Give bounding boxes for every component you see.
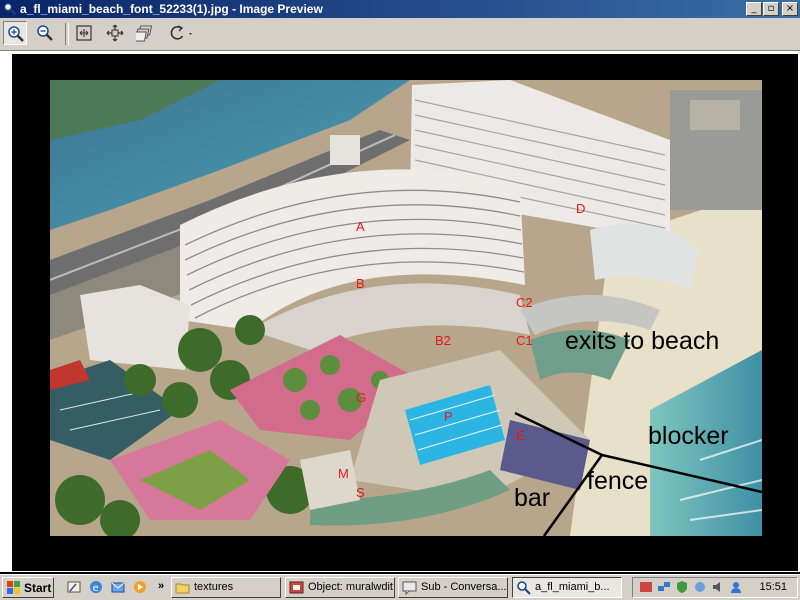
outlook-icon[interactable]	[110, 579, 126, 595]
zoom-in-button[interactable]	[3, 21, 27, 45]
task-object-muralwdit[interactable]: Object: muralwdit	[285, 577, 395, 598]
maximize-button[interactable]: ▫	[763, 2, 779, 16]
rotate-button[interactable]	[164, 21, 198, 45]
label-exits-to-beach: exits to beach	[565, 327, 720, 355]
label-bar: bar	[514, 484, 551, 512]
system-tray: 15:51	[632, 577, 798, 598]
label-c1: C1	[516, 333, 533, 348]
resort-aerial-image	[50, 80, 762, 536]
zoom-out-icon	[37, 25, 53, 41]
chat-icon	[402, 581, 417, 595]
window-title: a_fl_miami_beach_font_52233(1).jpg - Ima…	[20, 2, 323, 16]
slideshow-button[interactable]	[133, 21, 157, 45]
image-preview-icon	[517, 581, 531, 595]
security-icon[interactable]	[675, 580, 689, 594]
tray-app-icon[interactable]	[639, 580, 653, 594]
minimize-button[interactable]: _	[746, 2, 762, 16]
svg-text:e: e	[93, 583, 99, 594]
zoom-in-icon	[8, 26, 24, 42]
task-textures[interactable]: textures	[171, 577, 281, 598]
taskbar: Start e » textures Object: muralwdit Sub…	[0, 574, 800, 600]
folder-icon	[175, 583, 190, 594]
actual-size-button[interactable]	[103, 21, 127, 45]
close-button[interactable]: ×	[782, 2, 798, 16]
tray-utility-icon[interactable]	[693, 580, 707, 594]
image-preview-icon	[3, 2, 17, 16]
task-sub-conversation[interactable]: Sub - Conversa...	[398, 577, 508, 598]
slideshow-icon	[136, 25, 153, 42]
rotate-icon	[170, 25, 192, 40]
network-icon[interactable]	[657, 580, 671, 594]
task-image-preview[interactable]: a_fl_miami_b...	[512, 577, 622, 598]
ie-icon[interactable]: e	[88, 579, 104, 595]
start-label: Start	[24, 581, 52, 595]
volume-icon[interactable]	[711, 580, 725, 594]
best-fit-icon	[76, 25, 92, 41]
label-p: P	[444, 409, 453, 424]
best-fit-button[interactable]	[72, 21, 96, 45]
label-b2: B2	[435, 333, 451, 348]
zoom-out-button[interactable]	[33, 21, 57, 45]
windows-flag-icon	[7, 581, 20, 594]
toolbar	[0, 18, 800, 51]
media-player-icon[interactable]	[132, 579, 148, 595]
app-icon	[289, 581, 304, 594]
label-m: M	[338, 466, 349, 481]
show-desktop-icon[interactable]	[66, 579, 82, 595]
user-icon[interactable]	[729, 580, 743, 594]
label-g: G	[356, 390, 367, 405]
label-e: E	[516, 428, 525, 443]
label-b: B	[356, 276, 365, 291]
label-d: D	[576, 201, 586, 216]
toolbar-separator	[65, 23, 69, 45]
clock[interactable]: 15:51	[759, 581, 787, 593]
postcard-photo: A B B2 C1 C2 D E G P M S exits to beach …	[50, 80, 762, 536]
start-button[interactable]: Start	[2, 577, 54, 598]
label-blocker: blocker	[648, 422, 729, 450]
title-bar: a_fl_miami_beach_font_52233(1).jpg - Ima…	[0, 0, 800, 18]
label-s: S	[356, 485, 365, 500]
label-a: A	[356, 219, 365, 234]
label-fence: fence	[587, 467, 649, 495]
quick-launch-chevron[interactable]: »	[158, 580, 164, 592]
actual-size-icon	[106, 24, 124, 42]
label-c2: C2	[516, 295, 533, 310]
